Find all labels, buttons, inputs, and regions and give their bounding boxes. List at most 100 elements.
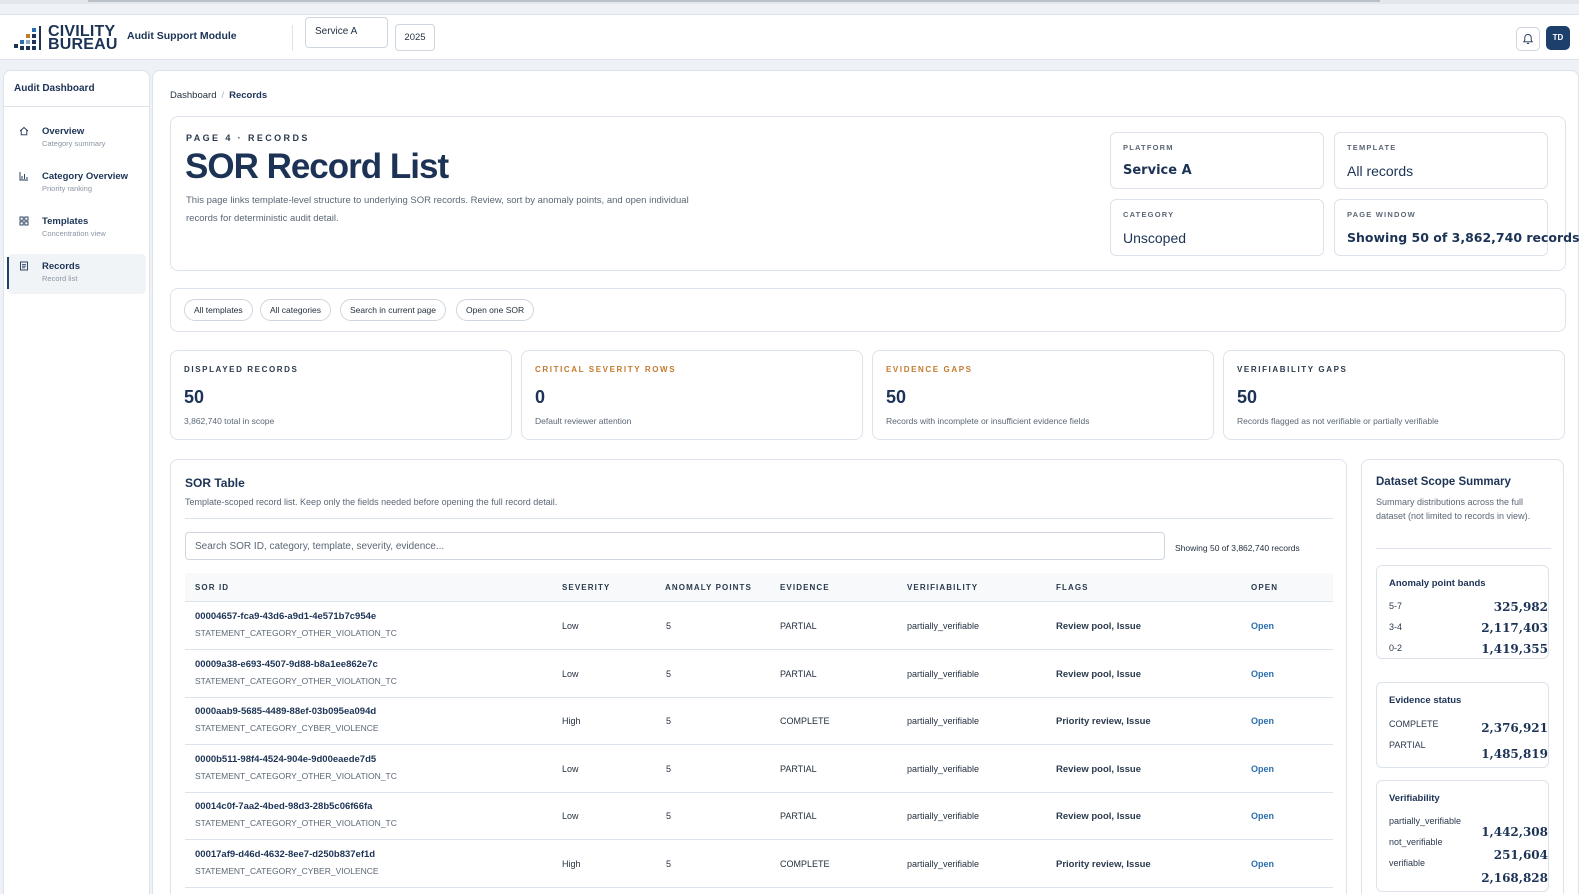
stat-value: 0 bbox=[535, 387, 546, 407]
table-subtitle: Template-scoped record list. Keep only t… bbox=[185, 497, 558, 507]
verifiability-box: Verifiability partially_verifiable 1,442… bbox=[1376, 780, 1549, 892]
sor-category: STATEMENT_CATEGORY_CYBER_VIOLENCE bbox=[195, 723, 379, 733]
dist-key: COMPLETE bbox=[1389, 719, 1439, 729]
dist-value: 1,442,308 bbox=[1481, 825, 1548, 839]
template-card: TEMPLATE All records bbox=[1334, 132, 1548, 189]
page-eyebrow: PAGE 4 · RECORDS bbox=[186, 133, 310, 143]
table-row[interactable]: 00009a38-e693-4507-9d88-b8a1ee862e7c STA… bbox=[185, 650, 1333, 698]
dist-value: 2,168,828 bbox=[1481, 871, 1548, 885]
evidence-status-box: Evidence status COMPLETE 2,376,921 PARTI… bbox=[1376, 682, 1549, 768]
filter-all-categories[interactable]: All categories bbox=[260, 299, 332, 321]
main-panel: Dashboard / Records PAGE 4 · RECORDS SOR R… bbox=[152, 70, 1579, 894]
sor-category: STATEMENT_CATEGORY_OTHER_VIOLATION_TC bbox=[195, 676, 397, 686]
sor-table-card: SOR Table Template-scoped record list. K… bbox=[170, 459, 1347, 894]
anomaly-points: 5 bbox=[666, 669, 672, 679]
module-title: Audit Support Module bbox=[127, 30, 237, 42]
service-select[interactable]: Service A bbox=[305, 17, 388, 48]
user-avatar[interactable]: TD bbox=[1546, 26, 1570, 50]
table-row[interactable]: 00014c0f-7aa2-4bed-98d3-28b5c06f66fa STA… bbox=[185, 792, 1333, 840]
evidence: PARTIAL bbox=[780, 811, 817, 821]
verifiability: partially_verifiable bbox=[907, 621, 980, 631]
open-link[interactable]: Open bbox=[1251, 621, 1274, 631]
severity: High bbox=[562, 716, 581, 726]
bell-icon bbox=[1522, 34, 1534, 45]
breadcrumb-separator: / bbox=[221, 90, 225, 101]
meta-label: PAGE WINDOW bbox=[1347, 210, 1416, 219]
top-strip bbox=[0, 0, 1579, 4]
sidebar-item-sub: Category summary bbox=[42, 139, 106, 148]
sidebar-item-overview[interactable]: Overview Category summary bbox=[7, 121, 146, 161]
open-link[interactable]: Open bbox=[1251, 669, 1274, 679]
sor-id: 00017af9-d46d-4632-8ee7-d250b837ef1d bbox=[195, 849, 376, 860]
sidebar: Audit Dashboard Overview Category summar… bbox=[3, 70, 150, 894]
meta-value: Showing 50 of 3,862,740 records bbox=[1347, 230, 1579, 245]
flags: Priority review, Issue bbox=[1056, 716, 1151, 727]
anomaly-points: 5 bbox=[666, 716, 672, 726]
table-row[interactable]: 00004657-fca9-43d6-a9d1-4e571b7c954e STA… bbox=[185, 602, 1333, 650]
anomaly-points: 5 bbox=[666, 811, 672, 821]
column-evidence[interactable]: EVIDENCE bbox=[780, 583, 830, 592]
grid-icon bbox=[19, 216, 29, 226]
stat-sub: Default reviewer attention bbox=[535, 416, 632, 426]
column-verifiability[interactable]: VERIFIABILITY bbox=[907, 583, 978, 592]
filter-open-one-sor[interactable]: Open one SOR bbox=[456, 299, 535, 321]
filter-all-templates[interactable]: All templates bbox=[184, 299, 253, 321]
flags: Review pool, Issue bbox=[1056, 764, 1141, 775]
sor-id: 00014c0f-7aa2-4bed-98d3-28b5c06f66fa bbox=[195, 801, 373, 812]
table-header: SOR ID SEVERITY ANOMALY POINTS EVIDENCE … bbox=[185, 573, 1333, 602]
sor-id: 0000aab9-5685-4489-88ef-03b095ea094d bbox=[195, 706, 377, 717]
meta-label: TEMPLATE bbox=[1347, 143, 1397, 152]
evidence: PARTIAL bbox=[780, 764, 817, 774]
table-row[interactable]: 0000b511-98f4-4524-904e-9d00eaede7d5 STA… bbox=[185, 745, 1333, 793]
sidebar-item-sub: Record list bbox=[42, 274, 78, 283]
sidebar-item-sub: Priority ranking bbox=[42, 184, 93, 193]
meta-label: PLATFORM bbox=[1123, 143, 1174, 152]
document-icon bbox=[20, 261, 28, 271]
sidebar-title: Audit Dashboard bbox=[14, 83, 95, 94]
column-sor-id[interactable]: SOR ID bbox=[195, 583, 229, 592]
sor-id: 00009a38-e693-4507-9d88-b8a1ee862e7c bbox=[195, 659, 378, 670]
scroll-track[interactable] bbox=[88, 0, 1380, 2]
dist-key: 3-4 bbox=[1389, 622, 1403, 632]
open-link[interactable]: Open bbox=[1251, 811, 1274, 821]
meta-value: Service A bbox=[1123, 163, 1192, 178]
column-anomaly-points[interactable]: ANOMALY POINTS bbox=[665, 583, 752, 592]
filter-search-current-page[interactable]: Search in current page bbox=[340, 299, 446, 321]
sidebar-item-category-overview[interactable]: Category Overview Priority ranking bbox=[7, 166, 146, 206]
table-row[interactable]: 0000aab9-5685-4489-88ef-03b095ea094d STA… bbox=[185, 697, 1333, 745]
column-flags[interactable]: FLAGS bbox=[1056, 583, 1089, 592]
stat-critical-severity: CRITICAL SEVERITY ROWS 0 Default reviewe… bbox=[521, 350, 863, 440]
year-select[interactable]: 2025 bbox=[395, 24, 435, 51]
sidebar-item-records[interactable]: Records Record list bbox=[7, 254, 146, 294]
breadcrumb-records: Records bbox=[229, 90, 268, 101]
logo-mark-icon bbox=[14, 26, 41, 50]
breadcrumb-dashboard[interactable]: Dashboard bbox=[170, 90, 216, 101]
table-row[interactable]: 00017af9-d46d-4632-8ee7-d250b837ef1d STA… bbox=[185, 840, 1333, 888]
page-description: This page links template-level structure… bbox=[186, 195, 689, 224]
flags: Review pool, Issue bbox=[1056, 811, 1141, 822]
sidebar-item-templates[interactable]: Templates Concentration view bbox=[7, 211, 146, 251]
evidence: PARTIAL bbox=[780, 669, 817, 679]
logo-wordmark: CIVILITY BUREAU bbox=[48, 24, 118, 53]
open-link[interactable]: Open bbox=[1251, 764, 1274, 774]
page-window-card: PAGE WINDOW Showing 50 of 3,862,740 reco… bbox=[1334, 199, 1579, 256]
verifiability: partially_verifiable bbox=[907, 716, 980, 726]
meta-value: Unscoped bbox=[1123, 230, 1187, 246]
sor-category: STATEMENT_CATEGORY_CYBER_VIOLENCE bbox=[195, 866, 379, 876]
stat-label: VERIFIABILITY GAPS bbox=[1237, 365, 1348, 374]
anomaly-bands-box: Anomaly point bands 5-7 325,982 3-4 2,11… bbox=[1376, 565, 1549, 659]
stat-sub: 3,862,740 total in scope bbox=[184, 416, 275, 426]
stat-label: CRITICAL SEVERITY ROWS bbox=[535, 365, 677, 374]
search-input[interactable] bbox=[185, 532, 1165, 560]
page-hero: PAGE 4 · RECORDS SOR Record List This pa… bbox=[170, 116, 1579, 271]
open-link[interactable]: Open bbox=[1251, 859, 1274, 869]
notifications-button[interactable] bbox=[1516, 27, 1540, 51]
stat-verifiability-gaps: VERIFIABILITY GAPS 50 Records flagged as… bbox=[1223, 350, 1565, 440]
header-divider bbox=[292, 25, 293, 51]
open-link[interactable]: Open bbox=[1251, 716, 1274, 726]
severity: High bbox=[562, 859, 581, 869]
column-severity[interactable]: SEVERITY bbox=[562, 583, 610, 592]
verifiability: partially_verifiable bbox=[907, 669, 980, 679]
stat-value: 50 bbox=[1237, 387, 1258, 407]
civility-bureau-logo[interactable]: CIVILITY BUREAU bbox=[14, 24, 118, 53]
